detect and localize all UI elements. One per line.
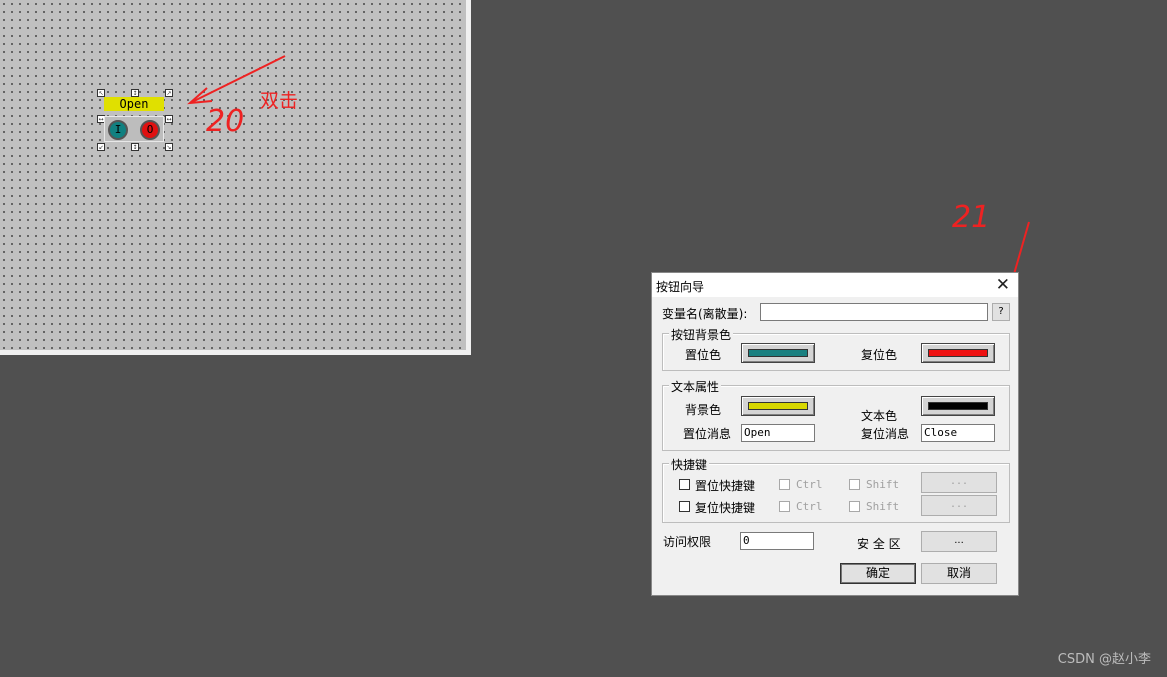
set-ctrl-checkbox[interactable] bbox=[779, 479, 790, 490]
access-level-label: 访问权限 bbox=[663, 535, 712, 549]
text-color-label: 文本色 bbox=[861, 409, 898, 423]
access-level-input[interactable]: 0 bbox=[740, 532, 814, 550]
button-bg-color-group-title: 按钮背景色 bbox=[669, 326, 734, 343]
watermark: CSDN @赵小李 bbox=[1057, 652, 1151, 667]
close-icon[interactable]: ✕ bbox=[996, 275, 1010, 295]
set-color-swatch bbox=[748, 349, 808, 357]
annotation-step-21: 21 bbox=[952, 200, 991, 235]
reset-shortcut-label: 复位快捷键 bbox=[695, 501, 756, 515]
annotation-step-20: 20 bbox=[206, 104, 245, 139]
help-button[interactable]: ? bbox=[992, 303, 1010, 321]
reset-message-input[interactable]: Close bbox=[921, 424, 995, 442]
security-zone-button[interactable]: ... bbox=[921, 531, 997, 552]
set-shortcut-label: 置位快捷键 bbox=[695, 479, 756, 493]
set-shift-checkbox[interactable] bbox=[849, 479, 860, 490]
text-bg-color-label: 背景色 bbox=[685, 403, 722, 417]
reset-color-swatch bbox=[928, 349, 988, 357]
text-color-swatch bbox=[928, 402, 988, 410]
reset-shift-checkbox[interactable] bbox=[849, 501, 860, 512]
dialog-titlebar[interactable]: 按钮向导 ✕ bbox=[652, 273, 1018, 297]
shortcut-group: 快捷键 置位快捷键 Ctrl Shift ... 复位快捷键 Ctrl Shif… bbox=[662, 456, 1010, 523]
set-shortcut-checkbox[interactable] bbox=[679, 479, 690, 490]
text-attributes-group: 文本属性 背景色 文本色 置位消息 Open 复位消息 Close bbox=[662, 378, 1010, 451]
set-color-label: 置位色 bbox=[685, 348, 722, 362]
reset-ctrl-label: Ctrl bbox=[796, 500, 823, 513]
text-attributes-group-title: 文本属性 bbox=[669, 378, 722, 395]
shortcut-group-title: 快捷键 bbox=[669, 456, 710, 473]
reset-color-label: 复位色 bbox=[861, 348, 898, 362]
button-bg-color-group: 按钮背景色 置位色 复位色 bbox=[662, 326, 1010, 371]
cancel-button[interactable]: 取消 bbox=[921, 563, 997, 584]
reset-ctrl-checkbox[interactable] bbox=[779, 501, 790, 512]
ok-button[interactable]: 确定 bbox=[840, 563, 916, 584]
text-bg-color-swatch bbox=[748, 402, 808, 410]
set-color-button[interactable] bbox=[741, 343, 815, 363]
button-wizard-dialog: 按钮向导 ✕ 变量名(离散量): ? 按钮背景色 置位色 复位色 文本属性 背景… bbox=[651, 272, 1019, 596]
set-message-label: 置位消息 bbox=[683, 427, 732, 441]
set-shortcut-key-button[interactable]: ... bbox=[921, 472, 997, 493]
set-message-input[interactable]: Open bbox=[741, 424, 815, 442]
reset-message-label: 复位消息 bbox=[861, 427, 910, 441]
variable-name-label: 变量名(离散量): bbox=[662, 307, 748, 321]
text-bg-color-button[interactable] bbox=[741, 396, 815, 416]
annotation-double-click: 双击 bbox=[260, 90, 299, 112]
reset-shortcut-key-button[interactable]: ... bbox=[921, 495, 997, 516]
security-zone-label: 安 全 区 bbox=[857, 537, 901, 551]
reset-color-button[interactable] bbox=[921, 343, 995, 363]
reset-shift-label: Shift bbox=[866, 500, 900, 513]
reset-shortcut-checkbox[interactable] bbox=[679, 501, 690, 512]
text-color-button[interactable] bbox=[921, 396, 995, 416]
set-ctrl-label: Ctrl bbox=[796, 478, 823, 491]
dialog-title: 按钮向导 bbox=[656, 280, 705, 294]
variable-name-input[interactable] bbox=[760, 303, 988, 321]
set-shift-label: Shift bbox=[866, 478, 900, 491]
